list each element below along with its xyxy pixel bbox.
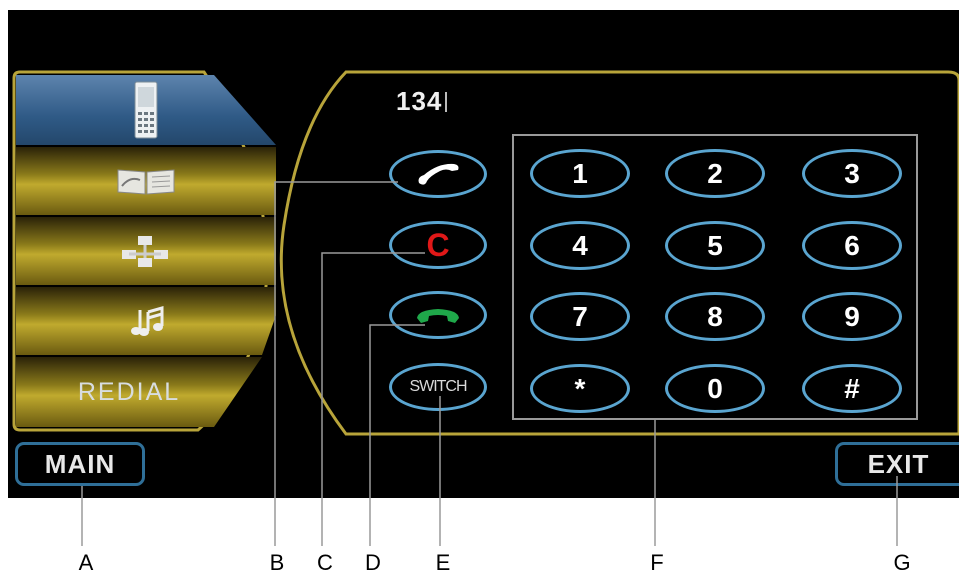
callout-a: A (78, 550, 94, 575)
callout-lines (81, 181, 898, 546)
callout-f: F (650, 550, 664, 575)
callout-b: B (269, 550, 285, 575)
callout-e: E (435, 550, 451, 575)
callout-g: G (893, 550, 911, 575)
callout-d: D (365, 550, 381, 575)
callout-c: C (317, 550, 333, 575)
